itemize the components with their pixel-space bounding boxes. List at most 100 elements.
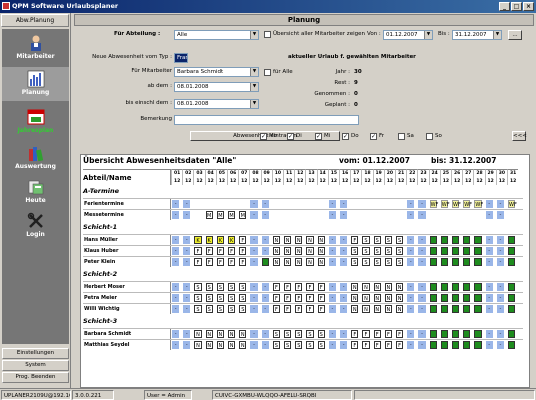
day-cell[interactable]: - (328, 247, 336, 255)
day-cell[interactable]: F (396, 330, 404, 338)
weekday-checkbox-mo[interactable]: ✓ (260, 133, 267, 140)
day-cell[interactable] (474, 247, 482, 255)
day-cell[interactable]: F (295, 294, 303, 302)
day-cell[interactable]: F (306, 294, 314, 302)
day-cell[interactable]: F (396, 341, 404, 349)
day-cell[interactable]: S (373, 247, 381, 255)
day-cell[interactable]: - (418, 211, 426, 219)
day-cell[interactable] (463, 283, 471, 291)
day-cell[interactable] (452, 258, 460, 266)
day-cell[interactable]: - (261, 305, 269, 313)
day-cell[interactable]: - (340, 200, 348, 208)
day-cell[interactable]: N (306, 236, 314, 244)
day-cell[interactable] (228, 200, 235, 208)
day-cell[interactable]: N (373, 294, 381, 302)
day-cell[interactable]: S (239, 305, 247, 313)
day-cell[interactable]: N (362, 305, 370, 313)
day-cell[interactable] (429, 341, 437, 349)
von-date-field[interactable]: 01.12.2007 ▼ (383, 30, 433, 40)
day-cell[interactable]: S (239, 294, 247, 302)
day-cell[interactable] (452, 294, 460, 302)
day-cell[interactable]: - (172, 200, 180, 208)
day-cell[interactable] (474, 294, 482, 302)
day-cell[interactable]: F (384, 330, 392, 338)
day-cell[interactable]: N (317, 258, 325, 266)
day-cell[interactable]: F (373, 341, 381, 349)
day-cell[interactable]: - (496, 305, 504, 313)
day-cell[interactable]: F (373, 330, 381, 338)
day-cell[interactable]: F (295, 283, 303, 291)
day-cell[interactable] (429, 258, 437, 266)
day-cell[interactable] (463, 211, 470, 219)
day-cell[interactable] (429, 330, 437, 338)
bis-einschl-date-field[interactable]: 08.01.2008 ▼ (174, 99, 259, 109)
day-cell[interactable]: F (284, 305, 292, 313)
day-cell[interactable]: N (362, 294, 370, 302)
day-cell[interactable]: N (228, 330, 236, 338)
day-cell[interactable]: F (295, 305, 303, 313)
day-cell[interactable] (374, 211, 381, 219)
day-cell[interactable] (429, 305, 437, 313)
day-cell[interactable]: F (351, 330, 359, 338)
day-cell[interactable]: S (317, 341, 325, 349)
day-cell[interactable]: WF (440, 200, 450, 208)
day-cell[interactable] (474, 211, 481, 219)
day-cell[interactable]: - (340, 247, 348, 255)
day-cell[interactable]: F (362, 330, 370, 338)
day-cell[interactable]: - (418, 305, 426, 313)
typ-select[interactable]: Frank (174, 53, 188, 63)
day-cell[interactable]: - (328, 305, 336, 313)
day-cell[interactable] (463, 247, 471, 255)
day-cell[interactable]: - (340, 236, 348, 244)
day-cell[interactable] (430, 211, 437, 219)
day-cell[interactable]: - (250, 294, 258, 302)
day-cell[interactable]: F (384, 341, 392, 349)
show-all-checkbox[interactable] (264, 31, 271, 38)
weekday-checkbox-so[interactable] (426, 133, 433, 140)
day-cell[interactable]: K (205, 236, 213, 244)
day-cell[interactable]: S (351, 247, 359, 255)
day-cell[interactable]: N (351, 305, 359, 313)
day-cell[interactable]: S (284, 341, 292, 349)
day-cell[interactable]: F (228, 247, 236, 255)
day-cell[interactable]: N (384, 294, 392, 302)
close-button[interactable]: × (523, 2, 534, 11)
day-cell[interactable] (351, 200, 358, 208)
day-cell[interactable]: - (407, 247, 415, 255)
day-cell[interactable] (239, 200, 246, 208)
day-cell[interactable]: - (418, 283, 426, 291)
day-cell[interactable]: F (317, 305, 325, 313)
abteilung-select[interactable]: Alle ▼ (174, 30, 259, 40)
day-cell[interactable]: - (328, 211, 336, 219)
sidebar-item-jahresplan[interactable]: Jahresplan (2, 105, 69, 139)
day-cell[interactable] (508, 294, 516, 302)
day-cell[interactable]: - (340, 341, 348, 349)
day-cell[interactable] (295, 211, 302, 219)
day-cell[interactable]: - (407, 211, 415, 219)
day-cell[interactable]: - (485, 305, 493, 313)
day-cell[interactable] (440, 247, 448, 255)
day-cell[interactable] (440, 294, 448, 302)
day-cell[interactable]: - (496, 258, 504, 266)
day-cell[interactable]: S (216, 283, 224, 291)
day-cell[interactable]: S (284, 330, 292, 338)
day-cell[interactable]: - (407, 283, 415, 291)
day-cell[interactable]: - (172, 258, 180, 266)
day-cell[interactable]: - (250, 330, 258, 338)
day-cell[interactable]: - (407, 330, 415, 338)
day-cell[interactable]: - (328, 200, 336, 208)
day-cell[interactable] (508, 330, 516, 338)
day-cell[interactable]: - (250, 247, 258, 255)
day-cell[interactable]: F (317, 283, 325, 291)
day-cell[interactable]: - (407, 258, 415, 266)
day-cell[interactable]: WF (474, 200, 483, 208)
day-cell[interactable]: S (362, 258, 370, 266)
day-cell[interactable] (273, 211, 280, 219)
day-cell[interactable]: - (328, 330, 336, 338)
day-cell[interactable]: - (340, 258, 348, 266)
day-cell[interactable] (429, 247, 437, 255)
day-cell[interactable]: N (373, 283, 381, 291)
day-cell[interactable]: - (183, 341, 191, 349)
day-cell[interactable]: S (228, 305, 236, 313)
day-cell[interactable]: N (205, 330, 213, 338)
